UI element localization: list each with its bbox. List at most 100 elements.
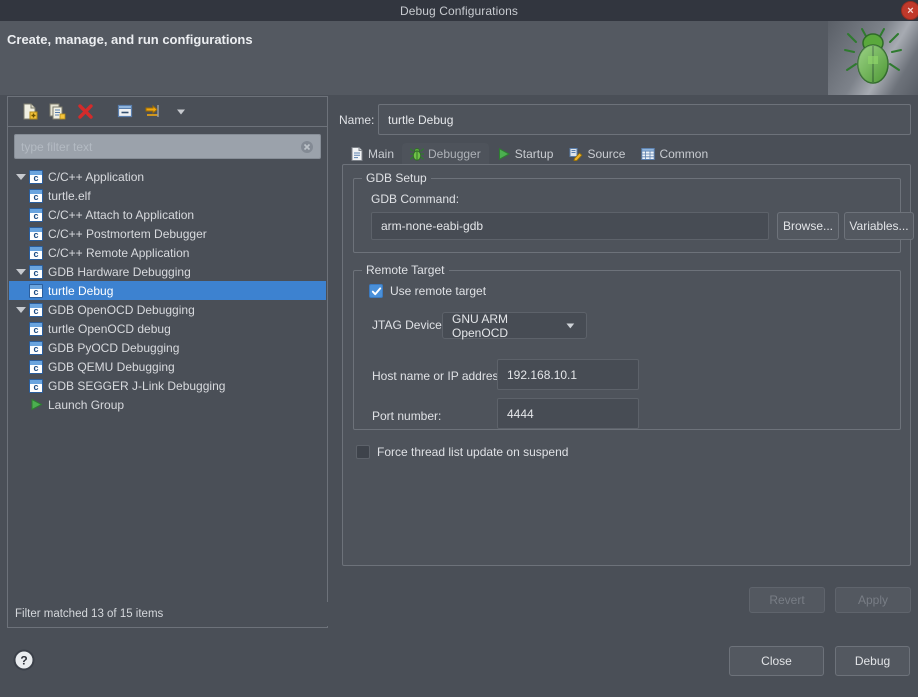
tree-item[interactable]: cGDB QEMU Debugging <box>9 357 326 376</box>
configurations-panel: type filter text cC/C++ Applicationcturt… <box>7 96 328 628</box>
c-cpp-config-icon: c <box>29 322 43 336</box>
twisty-expanded-icon[interactable] <box>13 169 29 185</box>
gdb-command-input[interactable]: arm-none-eabi-gdb <box>371 212 769 240</box>
tab-label: Common <box>659 147 708 161</box>
tree-item[interactable]: cGDB PyOCD Debugging <box>9 338 326 357</box>
force-thread-update-checkbox[interactable] <box>356 445 370 459</box>
edit-icon <box>569 147 583 161</box>
port-number-input[interactable]: 4444 <box>497 398 639 429</box>
tab-main[interactable]: Main <box>342 143 402 164</box>
filter-field-wrapper: type filter text <box>14 134 321 159</box>
browse-button[interactable]: Browse... <box>777 212 839 240</box>
remote-target-group-title: Remote Target <box>362 263 449 277</box>
window-close-button[interactable]: × <box>901 1 918 20</box>
use-remote-target-checkbox[interactable] <box>369 284 383 298</box>
jtag-device-select[interactable]: GNU ARM OpenOCD <box>442 312 587 339</box>
tab-debugger[interactable]: Debugger <box>402 143 489 164</box>
view-menu-chevron-icon[interactable] <box>167 100 195 124</box>
twisty-none <box>13 397 29 413</box>
tree-item-label: GDB OpenOCD Debugging <box>48 303 195 317</box>
host-name-label: Host name or IP address: <box>372 369 508 383</box>
tree-item[interactable]: cGDB SEGGER J-Link Debugging <box>9 376 326 395</box>
delete-configuration-icon[interactable] <box>71 100 99 124</box>
clear-filter-icon[interactable] <box>300 140 314 154</box>
c-cpp-config-icon: c <box>29 303 43 317</box>
gdb-setup-group: GDB Setup GDB Command: arm-none-eabi-gdb… <box>353 178 901 253</box>
host-name-input[interactable]: 192.168.10.1 <box>497 359 639 390</box>
help-icon[interactable]: ? <box>13 649 35 671</box>
port-number-label: Port number: <box>372 409 441 423</box>
tree-item[interactable]: cGDB Hardware Debugging <box>9 262 326 281</box>
tree-item[interactable]: c C/C++ Attach to Application <box>9 205 326 224</box>
svg-text:?: ? <box>20 654 27 668</box>
revert-button[interactable]: Revert <box>749 587 825 613</box>
name-input[interactable]: turtle Debug <box>378 104 911 135</box>
document-icon <box>350 147 364 161</box>
debugger-tab-content: GDB Setup GDB Command: arm-none-eabi-gdb… <box>342 164 911 566</box>
debug-button[interactable]: Debug <box>835 646 910 676</box>
filter-launch-icon[interactable] <box>139 100 167 124</box>
tab-common[interactable]: Common <box>633 143 716 164</box>
c-cpp-config-icon: c <box>29 170 43 184</box>
new-configuration-icon[interactable] <box>15 100 43 124</box>
apply-button[interactable]: Apply <box>835 587 911 613</box>
c-cpp-config-icon: c <box>29 246 43 260</box>
tree-item[interactable]: c GDB OpenOCD Debugging <box>9 300 326 319</box>
tab-label: Source <box>587 147 625 161</box>
tree-item[interactable]: c C/C++ Postmortem Debugger <box>9 224 326 243</box>
twisty-none <box>13 245 29 261</box>
twisty-none <box>13 207 29 223</box>
chevron-down-icon <box>564 319 577 332</box>
force-thread-update-row[interactable]: Force thread list update on suspend <box>356 445 568 459</box>
configurations-toolbar <box>8 97 327 127</box>
tree-item-label: C/C++ Postmortem Debugger <box>48 227 207 241</box>
gdb-setup-group-title: GDB Setup <box>362 171 431 185</box>
tree-item-label: turtle OpenOCD debug <box>48 322 171 336</box>
tree-item-label: GDB PyOCD Debugging <box>48 341 179 355</box>
c-cpp-config-icon: c <box>29 208 43 222</box>
twisty-expanded-icon[interactable] <box>13 264 29 280</box>
duplicate-configuration-icon[interactable] <box>43 100 71 124</box>
tab-startup[interactable]: Startup <box>489 143 562 164</box>
gdb-command-label: GDB Command: <box>371 192 459 206</box>
tree-item[interactable]: c turtle OpenOCD debug <box>9 319 326 338</box>
collapse-all-icon[interactable] <box>111 100 139 124</box>
c-cpp-config-icon: c <box>29 189 43 203</box>
page-title: Create, manage, and run configurations <box>7 32 253 47</box>
twisty-none <box>13 226 29 242</box>
play-icon <box>497 147 511 161</box>
tree-item[interactable]: cC/C++ Application <box>9 167 326 186</box>
use-remote-target-label: Use remote target <box>390 284 486 298</box>
name-label: Name: <box>336 113 378 127</box>
remote-target-group: Remote Target Use remote target JTAG Dev… <box>353 270 901 430</box>
c-cpp-config-icon: c <box>29 227 43 241</box>
tree-item[interactable]: c turtle.elf <box>9 186 326 205</box>
close-button[interactable]: Close <box>729 646 824 676</box>
twisty-none <box>13 378 29 394</box>
tree-item-label: Launch Group <box>48 398 124 412</box>
c-cpp-config-icon: c <box>29 379 43 393</box>
tree-item-label: turtle Debug <box>48 284 113 298</box>
tree-item-label: C/C++ Attach to Application <box>48 208 194 222</box>
configuration-tabs[interactable]: MainDebuggerStartup Source Common <box>342 143 911 164</box>
dialog-footer: ? Close Debug <box>0 632 918 686</box>
dialog-header: Create, manage, and run configurations <box>0 21 918 95</box>
force-thread-update-label: Force thread list update on suspend <box>377 445 568 459</box>
variables-button[interactable]: Variables... <box>844 212 914 240</box>
close-icon: × <box>907 5 913 17</box>
c-cpp-config-icon: c <box>29 360 43 374</box>
window-title: Debug Configurations <box>400 4 518 18</box>
twisty-none <box>13 340 29 356</box>
jtag-device-label: JTAG Device: <box>372 318 445 332</box>
configuration-editor-panel: Name: turtle Debug MainDebuggerStartup So… <box>336 96 911 628</box>
tree-item[interactable]: cturtle Debug <box>9 281 326 300</box>
tree-item-label: turtle.elf <box>48 189 91 203</box>
tab-source[interactable]: Source <box>561 143 633 164</box>
use-remote-target-row[interactable]: Use remote target <box>369 284 486 298</box>
tree-item[interactable]: Launch Group <box>9 395 326 414</box>
header-banner-art <box>828 21 918 95</box>
tree-item[interactable]: cC/C++ Remote Application <box>9 243 326 262</box>
filter-input[interactable]: type filter text <box>14 134 321 159</box>
configuration-name-row: Name: turtle Debug <box>336 104 911 135</box>
twisty-expanded-icon[interactable] <box>13 302 29 318</box>
